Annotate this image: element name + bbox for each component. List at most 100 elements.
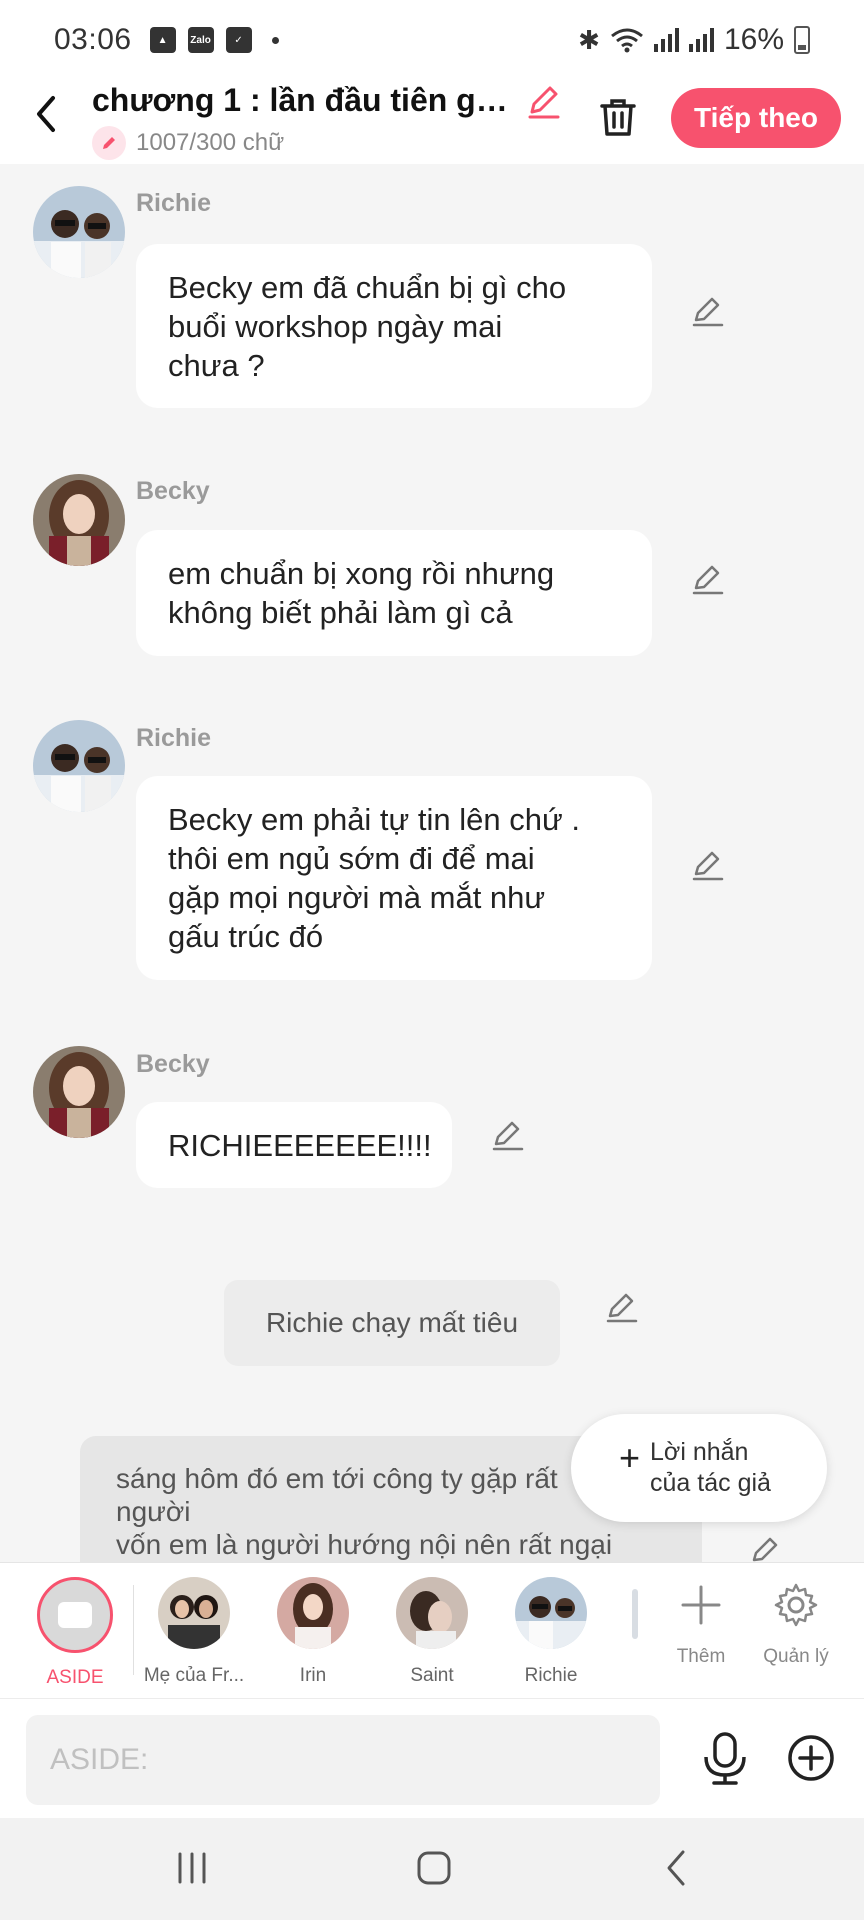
character-richie[interactable]: Richie: [496, 1577, 606, 1687]
gallery-icon: ▲: [149, 27, 176, 53]
edit-aside-icon[interactable]: [748, 1534, 784, 1562]
trash-icon: [600, 99, 636, 136]
system-icons: ✱ 16%: [578, 23, 810, 57]
character-partial[interactable]: [632, 1589, 638, 1639]
avatar: [277, 1577, 349, 1649]
home-button[interactable]: [404, 1846, 464, 1890]
back-button[interactable]: [26, 94, 66, 134]
status-bar: 03:06 ▲ Zalo ✓ ✱ 16%: [0, 0, 864, 80]
system-nav-bar: [0, 1818, 864, 1920]
avatar-richie[interactable]: [33, 186, 125, 278]
aside-icon: [37, 1577, 113, 1653]
character-name: Mẹ của Fr...: [143, 1665, 245, 1686]
message-line: thôi em ngủ sớm đi để mai: [168, 841, 535, 876]
battery-percent: 16%: [723, 23, 784, 56]
manage-characters-button[interactable]: Quản lý: [751, 1581, 841, 1668]
character-name: Irin: [299, 1665, 327, 1686]
message-line: chưa ?: [168, 348, 265, 383]
wifi-icon: [611, 28, 643, 53]
home-icon: [417, 1851, 451, 1885]
message-bubble[interactable]: Becky em phải tự tin lên chứ . thôi em n…: [136, 776, 652, 980]
character-irin[interactable]: Irin: [258, 1577, 368, 1687]
input-bar: [0, 1698, 864, 1818]
microphone-icon: [704, 1732, 746, 1785]
message-line: không biết phải làm gì cả: [168, 595, 513, 630]
sender-name: Richie: [136, 189, 212, 217]
character-me-cua-fr[interactable]: Mẹ của Fr...: [139, 1577, 249, 1687]
signal-2-icon: [688, 28, 714, 52]
plus-circle-icon: [788, 1735, 834, 1781]
next-button[interactable]: Tiếp theo: [671, 88, 841, 148]
message-line: Becky em phải tự tin lên chứ .: [168, 802, 580, 837]
avatar: [158, 1577, 230, 1649]
message-line: RICHIEEEEEEE!!!!: [168, 1128, 432, 1163]
message-bubble[interactable]: em chuẩn bị xong rồi nhưng không biết ph…: [136, 530, 652, 656]
chevron-left-icon: [37, 96, 55, 132]
message-line: em chuẩn bị xong rồi nhưng: [168, 556, 555, 591]
edit-message-icon[interactable]: [690, 294, 726, 330]
author-note-line: của tác giả: [650, 1469, 771, 1497]
aside-line: vốn em là người hướng nội nên rất ngại: [116, 1529, 613, 1560]
status-time: 03:06: [54, 23, 132, 56]
character-saint[interactable]: Saint: [377, 1577, 487, 1687]
sender-name: Becky: [136, 1050, 210, 1078]
pencil-badge-icon: [92, 126, 126, 160]
bluetooth-icon: ✱: [578, 24, 600, 55]
edit-message-icon[interactable]: [690, 562, 726, 598]
back-arrow-icon: [667, 1850, 685, 1886]
message-bubble[interactable]: Becky em đã chuẩn bị gì cho buổi worksho…: [136, 244, 652, 408]
message-line: gặp mọi người mà mắt như: [168, 880, 546, 915]
edit-message-icon[interactable]: [690, 848, 726, 884]
character-name: Saint: [410, 1665, 454, 1686]
message-line: buổi workshop ngày mai: [168, 309, 503, 344]
battery-icon: [794, 26, 810, 54]
character-aside[interactable]: ASIDE: [20, 1577, 130, 1689]
avatar: [515, 1577, 587, 1649]
character-bar: ASIDE Mẹ của Fr... Irin Saint Richie Thê…: [0, 1562, 864, 1698]
author-note-label: Lời nhắn của tác giả: [650, 1437, 771, 1499]
add-content-button[interactable]: [786, 1733, 836, 1783]
header: chương 1 : lần đầu tiên gặ... 1007/300 c…: [0, 80, 864, 164]
character-name: ASIDE: [46, 1667, 104, 1688]
avatar-richie[interactable]: [33, 720, 125, 812]
message-line: gấu trúc đó: [168, 919, 324, 954]
word-count: 1007/300 chữ: [92, 126, 284, 160]
message-bubble[interactable]: RICHIEEEEEEE!!!!: [136, 1102, 452, 1188]
plus-icon: +: [619, 1437, 641, 1478]
add-character-button[interactable]: Thêm: [656, 1581, 746, 1668]
plus-icon: [681, 1585, 721, 1625]
more-notifications-icon: [271, 36, 279, 44]
recent-apps-icon: [178, 1852, 206, 1884]
sender-name: Becky: [136, 477, 210, 505]
narration-bubble[interactable]: Richie chạy mất tiêu: [224, 1280, 560, 1366]
chat-area: Richie Becky em đã chuẩn bị gì cho buổi …: [0, 164, 864, 1562]
notification-icons: ▲ Zalo ✓: [149, 27, 279, 53]
edit-narration-icon[interactable]: [604, 1290, 640, 1326]
edit-title-button[interactable]: [524, 82, 564, 122]
character-name: Richie: [524, 1665, 578, 1686]
avatar: [396, 1577, 468, 1649]
avatar-becky[interactable]: [33, 474, 125, 566]
chapter-title[interactable]: chương 1 : lần đầu tiên gặ...: [92, 82, 512, 119]
author-note-line: Lời nhắn: [650, 1438, 749, 1466]
add-label: Thêm: [676, 1646, 726, 1667]
divider: [133, 1585, 134, 1675]
pencil-icon: [528, 86, 560, 119]
avatar-becky[interactable]: [33, 1046, 125, 1138]
word-count-text: 1007/300 chữ: [136, 129, 285, 156]
signal-1-icon: [653, 28, 679, 52]
author-note-button[interactable]: + Lời nhắn của tác giả: [571, 1414, 827, 1522]
gear-icon: [774, 1583, 818, 1627]
delete-button[interactable]: [594, 94, 642, 142]
message-input[interactable]: [26, 1715, 660, 1805]
recent-apps-button[interactable]: [162, 1846, 222, 1890]
back-nav-button[interactable]: [646, 1846, 706, 1890]
zalo-icon: Zalo: [187, 27, 214, 53]
narration-text: Richie chạy mất tiêu: [265, 1307, 519, 1338]
voice-button[interactable]: [700, 1731, 750, 1787]
message-line: Becky em đã chuẩn bị gì cho: [168, 270, 567, 305]
sender-name: Richie: [136, 724, 212, 752]
checkbox-icon: ✓: [225, 27, 252, 53]
edit-message-icon[interactable]: [490, 1118, 526, 1154]
manage-label: Quản lý: [763, 1646, 829, 1667]
